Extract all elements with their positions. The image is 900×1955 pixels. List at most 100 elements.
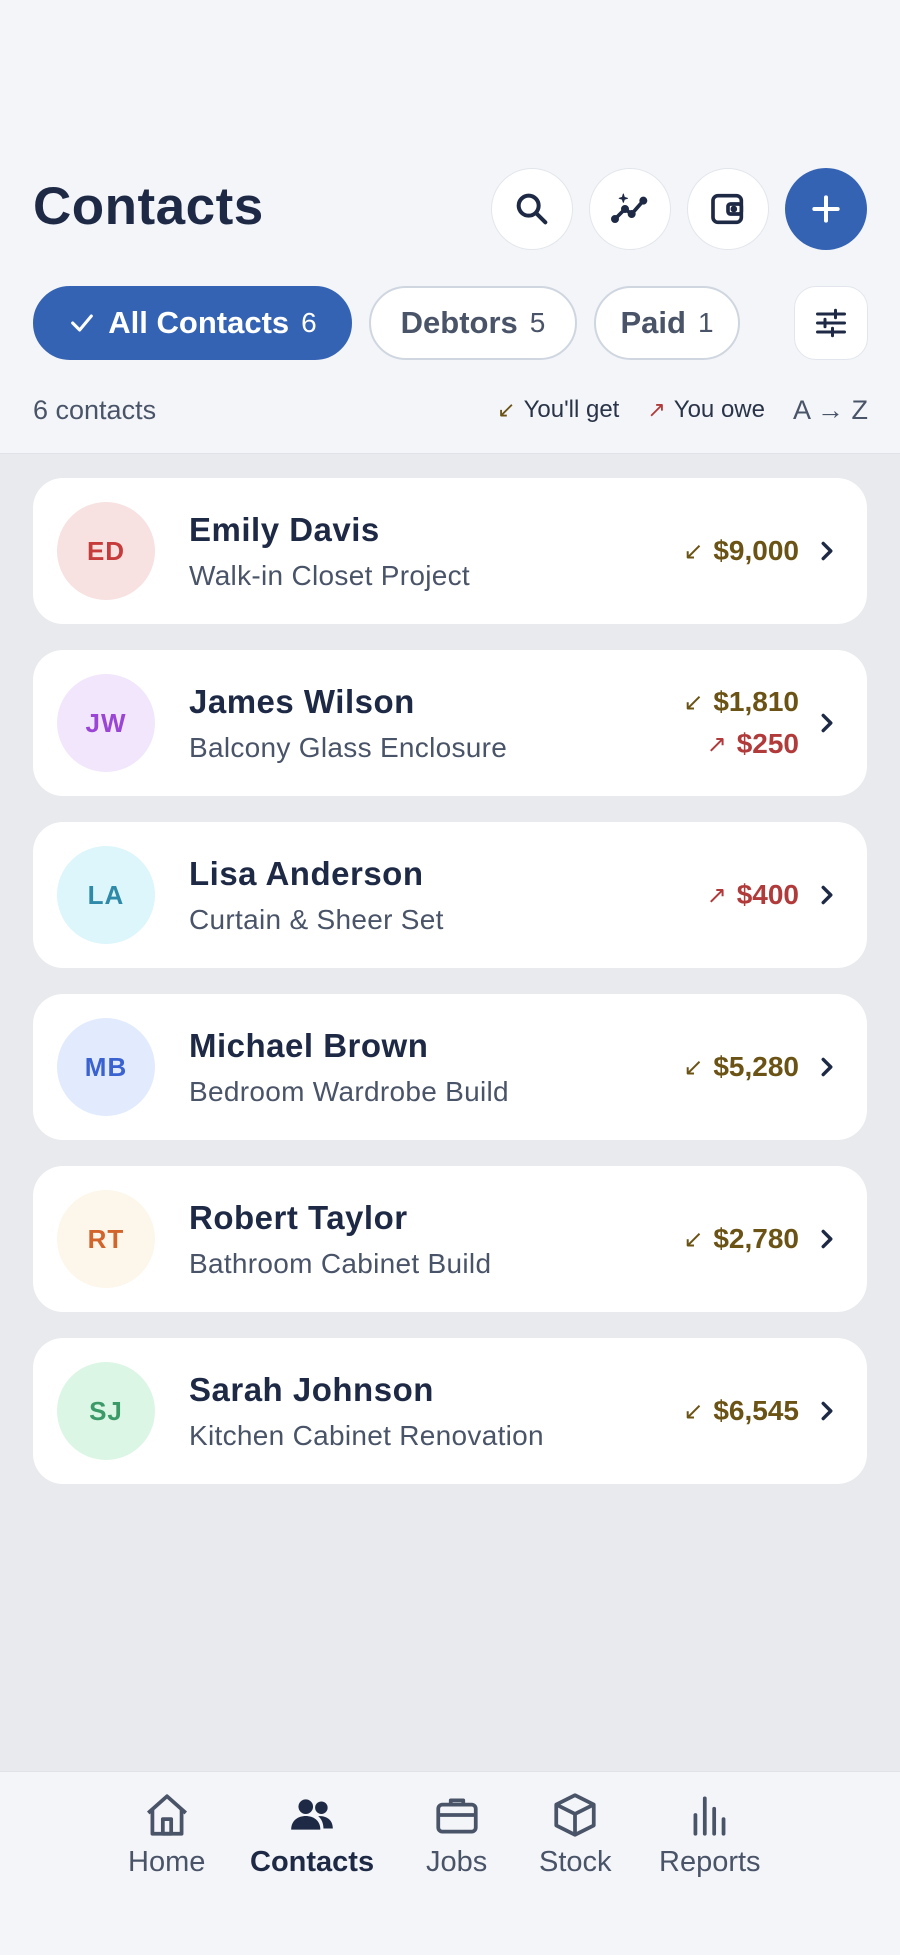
- avatar: JW: [57, 674, 155, 772]
- amount-owe: ↗ $250: [707, 728, 799, 760]
- arrow-down-left-icon: ↙: [683, 688, 704, 716]
- contact-name: Sarah Johnson: [189, 1371, 434, 1408]
- contact-card[interactable]: JW James Wilson Balcony Glass Enclosure …: [33, 650, 867, 796]
- filter-chip-count: 5: [529, 307, 546, 338]
- arrow-down-left-icon: ↙: [497, 397, 516, 422]
- avatar: LA: [57, 846, 155, 944]
- check-icon: [71, 314, 94, 332]
- amount-get-value: $9,000: [713, 535, 799, 566]
- contact-name: Lisa Anderson: [189, 855, 424, 892]
- amount-get-value: $1,810: [713, 686, 799, 717]
- summary-row: 6 contacts ↙ You'll get ↗ You owe A → Z: [33, 392, 868, 428]
- contact-project: Kitchen Cabinet Renovation: [189, 1420, 544, 1451]
- sort-toggle[interactable]: A → Z: [793, 395, 868, 426]
- nav-stock[interactable]: Stock: [539, 1790, 612, 1879]
- chevron-right-icon: [821, 541, 833, 561]
- amount-owe: ↗ $400: [707, 879, 799, 911]
- arrow-down-left-icon: ↙: [683, 1225, 704, 1253]
- contact-card[interactable]: MB Michael Brown Bedroom Wardrobe Build …: [33, 994, 867, 1140]
- nav-label: Jobs: [426, 1846, 488, 1878]
- chevron-right-icon: [821, 1401, 833, 1421]
- amount-get-value: $2,780: [713, 1223, 799, 1254]
- amount-get: ↙ $9,000: [683, 535, 799, 567]
- nav-label: Reports: [659, 1846, 761, 1878]
- filter-chip-paid[interactable]: Paid 1: [594, 286, 740, 360]
- contact-amounts: ↙ $2,780: [683, 1166, 799, 1312]
- people-icon: [291, 1799, 333, 1830]
- chevron-right-icon: [821, 713, 833, 733]
- nav-reports[interactable]: Reports: [659, 1790, 761, 1879]
- add-contact-button[interactable]: [785, 168, 867, 250]
- contact-name: Michael Brown: [189, 1027, 429, 1064]
- amount-get-value: $6,545: [713, 1395, 799, 1426]
- nav-label: Contacts: [250, 1846, 375, 1878]
- amount-get-value: $5,280: [713, 1051, 799, 1082]
- contact-amounts: ↙ $5,280: [683, 994, 799, 1140]
- contact-project: Curtain & Sheer Set: [189, 904, 444, 935]
- amount-get: ↙ $6,545: [683, 1395, 799, 1427]
- amount-get: ↙ $5,280: [683, 1051, 799, 1083]
- contacts-count: 6 contacts: [33, 394, 157, 425]
- chevron-right-icon: [821, 885, 833, 905]
- arrow-up-right-icon: ↗: [706, 730, 727, 758]
- contact-name: James Wilson: [189, 683, 415, 720]
- filter-chip-all-contacts[interactable]: All Contacts 6: [33, 286, 352, 360]
- arrow-down-left-icon: ↙: [683, 537, 704, 565]
- search-icon: [516, 193, 548, 225]
- nav-jobs[interactable]: Jobs: [426, 1790, 487, 1879]
- contact-amounts: ↙ $6,545: [683, 1338, 799, 1484]
- arrow-down-left-icon: ↙: [683, 1053, 704, 1081]
- amount-get: ↙ $1,810: [683, 686, 799, 718]
- filter-chip-count: 6: [301, 307, 317, 338]
- contact-card[interactable]: ED Emily Davis Walk-in Closet Project ↙ …: [33, 478, 867, 624]
- box-icon: [554, 1793, 596, 1837]
- contact-name: Robert Taylor: [189, 1199, 408, 1236]
- legend-get-label: You'll get: [523, 396, 620, 423]
- legend-get: ↙ You'll get: [497, 396, 619, 424]
- contact-project: Balcony Glass Enclosure: [189, 732, 508, 763]
- contact-project: Walk-in Closet Project: [189, 560, 470, 591]
- avatar: ED: [57, 502, 155, 600]
- avatar: MB: [57, 1018, 155, 1116]
- avatar: SJ: [57, 1362, 155, 1460]
- contact-project: Bedroom Wardrobe Build: [189, 1076, 509, 1107]
- legend-owe: ↗ You owe: [647, 396, 765, 424]
- filter-chip-count: 1: [697, 307, 714, 338]
- contact-project: Bathroom Cabinet Build: [189, 1248, 492, 1279]
- wallet-button[interactable]: [687, 168, 769, 250]
- amount-get: ↙ $2,780: [683, 1223, 799, 1255]
- contact-amounts: ↗ $400: [707, 822, 799, 968]
- chevron-right-icon: [821, 1057, 833, 1077]
- nav-label: Home: [128, 1846, 206, 1878]
- nav-label: Stock: [539, 1846, 612, 1878]
- page-title: Contacts: [33, 177, 264, 236]
- bar-chart-icon: [693, 1796, 726, 1836]
- header-area: Contacts All Contacts 6 Debtors 5 Paid 1…: [0, 0, 900, 454]
- chevron-right-icon: [821, 1229, 833, 1249]
- legend-owe-label: You owe: [673, 396, 765, 423]
- contact-card[interactable]: LA Lisa Anderson Curtain & Sheer Set ↗ $…: [33, 822, 867, 968]
- amount-owe-value: $250: [736, 728, 799, 759]
- filter-chip-label: Paid: [620, 305, 686, 340]
- plus-icon: [812, 195, 840, 223]
- insights-button[interactable]: [589, 168, 671, 250]
- bottom-nav: Home Contacts Jobs Stock Reports: [0, 1771, 900, 1955]
- home-icon: [146, 1794, 187, 1836]
- contact-amounts: ↙ $9,000: [683, 478, 799, 624]
- filter-chip-label: Debtors: [400, 305, 518, 340]
- filter-chip-label: All Contacts: [108, 305, 290, 340]
- arrow-up-right-icon: ↗: [706, 881, 727, 909]
- wallet-icon: [711, 193, 744, 225]
- contact-card[interactable]: SJ Sarah Johnson Kitchen Cabinet Renovat…: [33, 1338, 867, 1484]
- filter-chip-debtors[interactable]: Debtors 5: [369, 286, 577, 360]
- amount-owe-value: $400: [736, 879, 799, 910]
- contact-name: Emily Davis: [189, 511, 380, 548]
- contact-card[interactable]: RT Robert Taylor Bathroom Cabinet Build …: [33, 1166, 867, 1312]
- nav-home[interactable]: Home: [128, 1790, 205, 1879]
- arrow-up-right-icon: ↗: [647, 397, 666, 422]
- contact-amounts: ↙ $1,810 ↗ $250: [683, 650, 799, 796]
- filter-settings-button[interactable]: [794, 286, 868, 360]
- nav-contacts[interactable]: Contacts: [250, 1790, 374, 1879]
- search-button[interactable]: [491, 168, 573, 250]
- arrow-down-left-icon: ↙: [683, 1397, 704, 1425]
